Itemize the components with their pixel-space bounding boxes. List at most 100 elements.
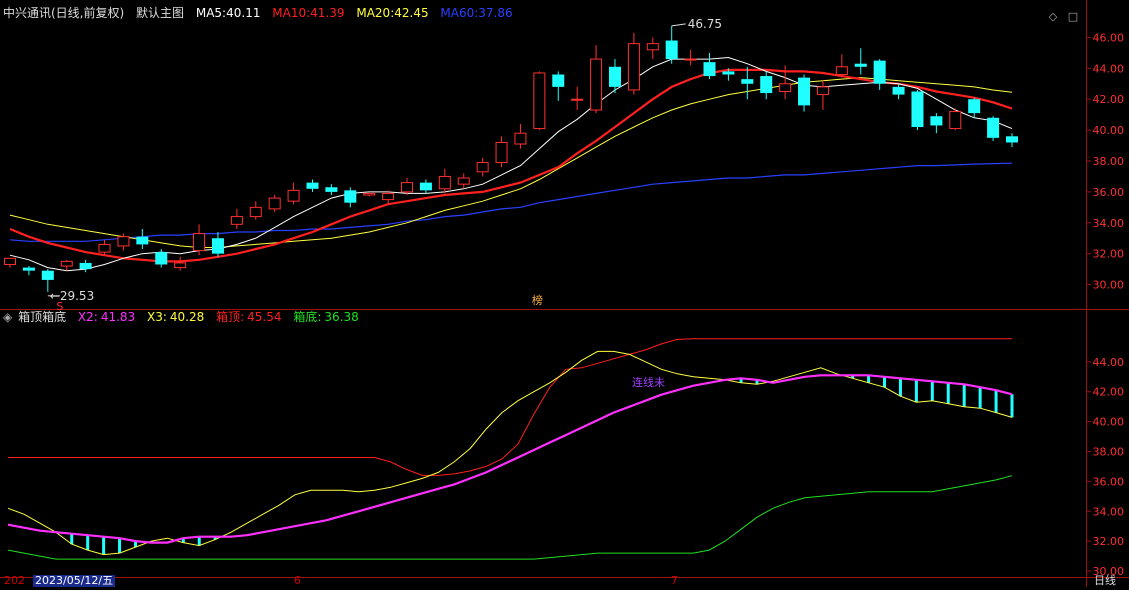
period-label[interactable]: 日线 xyxy=(1094,575,1116,587)
ma60-line xyxy=(9,162,1013,242)
cursor-date: 2023/05/12/五 xyxy=(33,574,116,587)
candle-body xyxy=(193,233,206,252)
candle-body xyxy=(1006,136,1018,143)
indicator-toggle-icon[interactable]: ◈ xyxy=(3,310,12,324)
candle-body xyxy=(665,40,678,60)
indicator-axis-tick-label: 34.00 xyxy=(1093,505,1125,518)
indicator-axis-tick-label: 32.00 xyxy=(1093,535,1125,548)
candle-body xyxy=(646,43,659,51)
indicator-axis-tick-label: 36.00 xyxy=(1093,475,1125,488)
indicator-axis-tick-label: 38.00 xyxy=(1093,445,1125,458)
candle-body xyxy=(476,162,489,173)
ma60-value: 37.86 xyxy=(478,6,513,20)
chart-svg[interactable]: 30.00 32.00 34.00 36.00 38.00 40.00 42.00 44.00… xyxy=(0,0,1129,587)
indicator-title[interactable]: 箱顶箱底 xyxy=(18,310,66,324)
x2-value: 41.83 xyxy=(100,310,136,324)
candle-body xyxy=(911,91,924,128)
x2-legend: X2: 41.83 xyxy=(78,310,135,324)
price-axis-tick-label: 38.00 xyxy=(1093,155,1125,168)
candle-body xyxy=(835,66,848,76)
ma10-value: 41.39 xyxy=(310,6,345,20)
price-axis-tick-label: 36.00 xyxy=(1093,186,1125,199)
ma10-legend: MA10:41.39 xyxy=(272,6,344,20)
candle-body xyxy=(987,117,1000,138)
x3-value: 40.28 xyxy=(169,310,205,324)
candle-body xyxy=(4,257,16,265)
candle-body xyxy=(873,60,886,84)
candle-body xyxy=(722,71,735,75)
candle-body xyxy=(816,86,829,96)
indicator-axis-tick-label: 44.00 xyxy=(1093,356,1125,369)
template-label[interactable]: 默认主图 xyxy=(136,6,184,20)
candle-body xyxy=(287,189,300,202)
ranking-marker: 榜 xyxy=(532,293,543,307)
month-label-6: 6 xyxy=(294,574,301,587)
box-top-label: 箱顶: xyxy=(216,310,245,324)
price-axis-tick-label: 34.00 xyxy=(1093,217,1125,230)
box-bottom-value: 36.38 xyxy=(324,310,359,324)
x3-legend: X3: 40.28 xyxy=(147,310,204,324)
chart-stage[interactable]: 30.00 32.00 34.00 36.00 38.00 40.00 42.00 44.00… xyxy=(0,0,1129,587)
candle-body xyxy=(533,72,546,130)
ma20-legend: MA20:42.45 xyxy=(356,6,428,20)
candle-body xyxy=(552,74,565,87)
candle-body xyxy=(41,270,54,280)
ma20-value: 42.45 xyxy=(394,6,429,20)
candle-body xyxy=(627,43,640,91)
candle-body xyxy=(401,182,414,193)
ma60-label: MA60: xyxy=(440,6,479,20)
candle-body xyxy=(608,66,621,87)
candle-body xyxy=(174,262,187,269)
stock-title: 中兴通讯(日线,前复权) xyxy=(3,6,125,20)
maximize-icon[interactable]: □ xyxy=(1066,10,1080,24)
ma5-label: MA5: xyxy=(195,6,227,20)
box-top-value: 45.54 xyxy=(247,310,282,324)
candle-body xyxy=(419,182,432,191)
box-top-legend: 箱顶: 45.54 xyxy=(216,310,281,324)
price-axis-tick-label: 46.00 xyxy=(1093,31,1125,44)
candle-body xyxy=(779,83,792,93)
candle-body xyxy=(98,243,111,253)
ma10-label: MA10: xyxy=(272,6,311,20)
candle-body xyxy=(949,111,962,130)
candle-body xyxy=(22,267,35,271)
candle-body xyxy=(306,182,319,189)
price-axis-tick-label: 42.00 xyxy=(1093,93,1125,106)
candle-body xyxy=(854,63,867,67)
indicator-axis-tick-label: 42.00 xyxy=(1093,386,1125,399)
ma60-legend: MA60:37.86 xyxy=(440,6,512,20)
candle-body xyxy=(760,76,773,94)
candle-body xyxy=(268,197,281,210)
candle-body xyxy=(457,177,470,185)
indicator-annotation: 连线未 xyxy=(632,375,665,389)
ma5-legend: MA5:40.11 xyxy=(196,6,261,20)
x3-line xyxy=(7,350,1013,556)
box-bottom-legend: 箱底: 36.38 xyxy=(293,310,358,324)
ma20-line xyxy=(9,77,1013,248)
x3-label: X3: xyxy=(147,310,167,324)
year-prefix: 202 xyxy=(4,574,25,587)
candle-body xyxy=(155,252,168,265)
x2-line xyxy=(7,374,1013,544)
candle-body xyxy=(741,79,754,84)
ma5-value: 40.11 xyxy=(226,6,261,20)
candle-body xyxy=(684,58,697,61)
price-axis-tick-label: 32.00 xyxy=(1093,248,1125,261)
box-bottom-label: 箱底: xyxy=(293,310,322,324)
candle-body xyxy=(590,58,603,111)
candle-body xyxy=(798,77,811,106)
candle-body xyxy=(495,141,508,164)
candle-body xyxy=(892,86,905,95)
ma10-line xyxy=(9,68,1013,263)
ma5-line xyxy=(9,56,1013,272)
ma20-label: MA20: xyxy=(356,6,395,20)
x2-label: X2: xyxy=(77,310,98,324)
candle-body xyxy=(968,99,981,114)
diamond-icon[interactable]: ◇ xyxy=(1046,10,1060,24)
candle-body xyxy=(117,236,130,247)
candle-body xyxy=(438,175,451,190)
box-bottom-line xyxy=(7,475,1013,560)
price-axis-tick-label: 30.00 xyxy=(1093,279,1125,292)
price-axis-tick-label: 44.00 xyxy=(1093,62,1125,75)
candle-body xyxy=(571,98,584,101)
